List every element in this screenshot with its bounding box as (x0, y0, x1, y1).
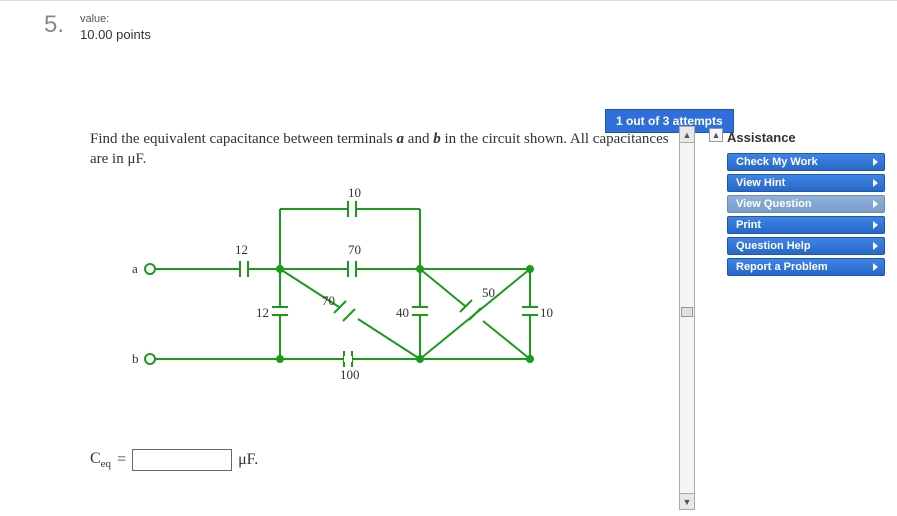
assistance-panel: ▲ Assistance Check My Work View Hint Vie… (713, 126, 889, 279)
scroll-thumb[interactable] (681, 307, 693, 317)
scroll-up-button[interactable]: ▲ (680, 127, 694, 143)
answer-row: Ceq = μF. (90, 449, 258, 471)
scroll-down-button[interactable]: ▼ (680, 493, 694, 509)
prompt-text: and (404, 131, 433, 147)
print-button[interactable]: Print (727, 216, 885, 234)
prompt-text: Find the equivalent capacitance between … (90, 131, 397, 147)
answer-symbol: Ceq (90, 450, 111, 470)
term-a: a (397, 131, 405, 147)
report-problem-button[interactable]: Report a Problem (727, 258, 885, 276)
cap-label-10-right: 10 (540, 305, 553, 320)
cap-label-12-left: 12 (235, 242, 248, 257)
terminal-a-label: a (132, 261, 138, 276)
question-page: 5. value: 10.00 points 1 out of 3 attemp… (0, 0, 897, 516)
cap-label-40: 40 (396, 305, 409, 320)
collapse-icon[interactable]: ▲ (709, 128, 723, 142)
assistance-title: Assistance (727, 130, 796, 145)
view-hint-button[interactable]: View Hint (727, 174, 885, 192)
answer-unit: μF. (238, 451, 258, 469)
cap-label-70-diag: 70 (322, 293, 335, 308)
question-prompt: Find the equivalent capacitance between … (90, 129, 670, 170)
cap-label-70-top: 70 (348, 242, 361, 257)
equals-sign: = (117, 451, 126, 469)
term-b: b (433, 131, 441, 147)
view-question-button[interactable]: View Question (727, 195, 885, 213)
question-number: 5. (0, 1, 70, 516)
check-my-work-button[interactable]: Check My Work (727, 153, 885, 171)
cap-label-50: 50 (482, 285, 495, 300)
main-area: value: 10.00 points 1 out of 3 attempts … (70, 1, 897, 516)
terminal-b-label: b (132, 351, 139, 366)
points-value: 10.00 points (80, 27, 897, 42)
cap-label-100: 100 (340, 367, 360, 382)
question-help-button[interactable]: Question Help (727, 237, 885, 255)
content-scrollbar[interactable]: ▲ ▼ (679, 126, 695, 510)
answer-input[interactable] (132, 449, 232, 471)
assistance-header[interactable]: ▲ Assistance (713, 126, 889, 151)
cap-label-12-mid: 12 (256, 305, 269, 320)
circuit-diagram: a b 12 10 (100, 179, 600, 389)
value-label: value: (80, 13, 897, 25)
cap-label-10-top: 10 (348, 185, 361, 200)
